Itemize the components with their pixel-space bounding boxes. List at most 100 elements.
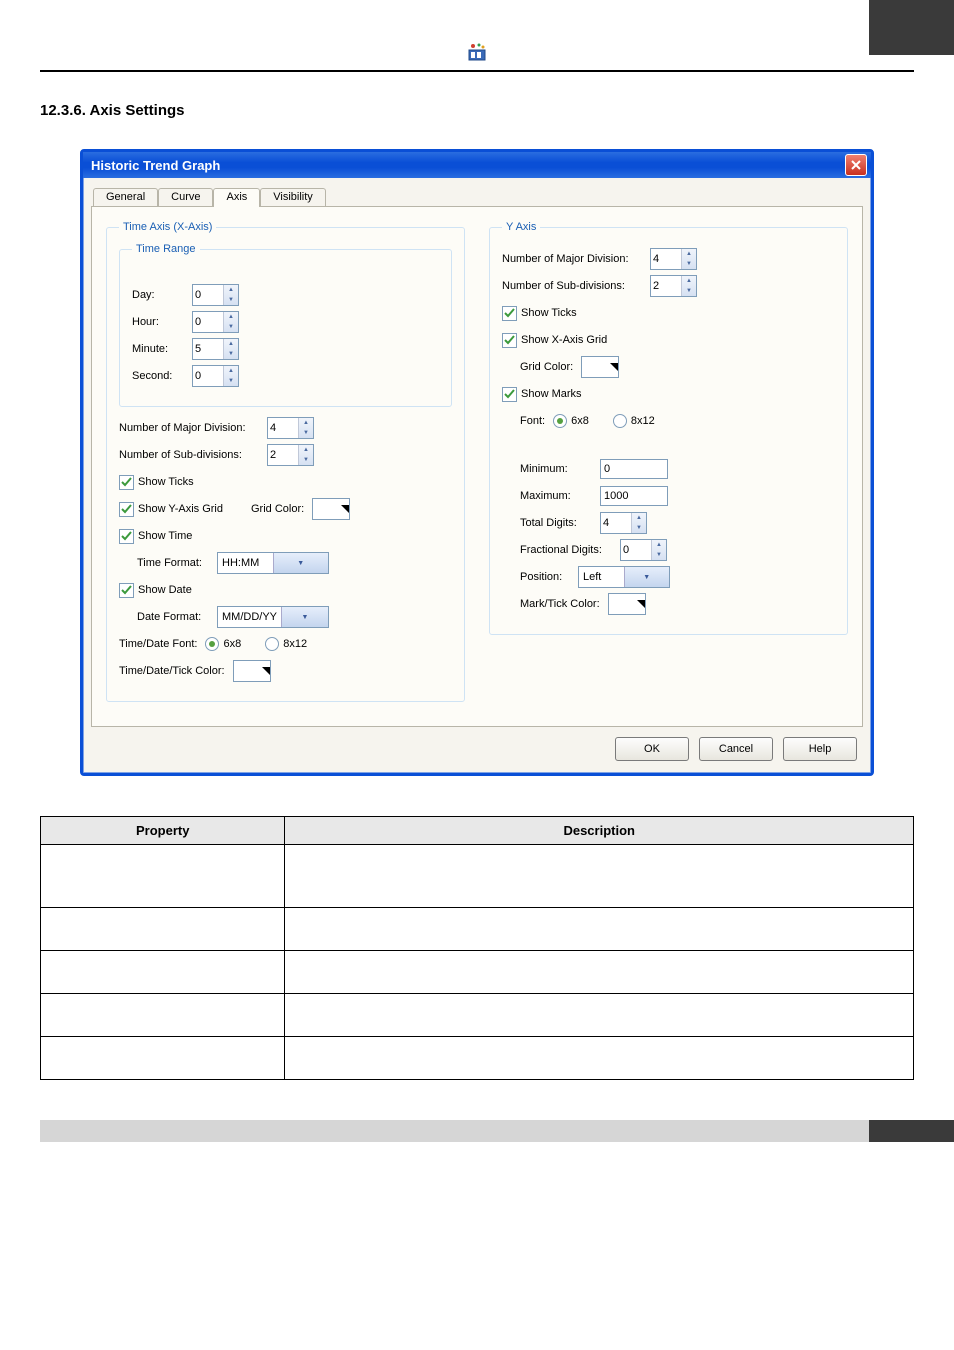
checkbox-show-ticks-y[interactable]: Show Ticks [502,306,577,321]
spinner-up-icon[interactable]: ▲ [224,285,238,295]
fieldset-time-axis: Time Axis (X-Axis) Time Range Day: ▲▼ Ho… [106,221,465,702]
color-picker-timedate-tick[interactable] [233,660,271,682]
label-x-major-div: Number of Major Division: [119,422,259,434]
spinner-down-icon[interactable]: ▼ [224,349,238,359]
spinner-up-icon[interactable]: ▲ [299,445,313,455]
table-row [41,845,914,908]
spinner-down-icon[interactable]: ▼ [299,428,313,438]
label-y-sub-div: Number of Sub-divisions: [502,280,642,292]
spinner-up-icon[interactable]: ▲ [632,513,646,523]
input-y-major-div[interactable] [651,249,681,269]
label-day: Day: [132,289,184,301]
color-picker-grid-x[interactable] [312,498,350,520]
tab-visibility[interactable]: Visibility [260,188,326,206]
input-y-sub-div[interactable] [651,276,681,296]
spinner-second[interactable]: ▲▼ [192,365,239,387]
footer-bar [40,1120,914,1142]
fieldset-y-axis: Y Axis Number of Major Division: ▲▼ Numb… [489,221,848,635]
chevron-down-icon: ▼ [281,607,328,627]
spinner-up-icon[interactable]: ▲ [224,366,238,376]
radio-font-6x8-y[interactable]: 6x8 [553,414,589,428]
spinner-hour[interactable]: ▲▼ [192,311,239,333]
label-timedate-font: Time/Date Font: [119,638,197,650]
checkbox-show-time[interactable]: Show Time [119,529,192,544]
tabstrip: General Curve Axis Visibility [91,184,863,207]
spinner-y-sub-div[interactable]: ▲▼ [650,275,697,297]
legend-y-axis: Y Axis [502,221,540,233]
color-picker-grid-y[interactable] [581,356,619,378]
checkbox-show-xaxis-grid[interactable]: Show X-Axis Grid [502,333,607,348]
spinner-up-icon[interactable]: ▲ [224,339,238,349]
spinner-y-major-div[interactable]: ▲▼ [650,248,697,270]
spinner-total-digits[interactable]: ▲▼ [600,512,647,534]
color-picker-mark-tick[interactable] [608,593,646,615]
input-x-major-div[interactable] [268,418,298,438]
spinner-down-icon[interactable]: ▼ [652,550,666,560]
input-minute[interactable] [193,339,223,359]
radio-font-8x12-y[interactable]: 8x12 [613,414,655,428]
select-date-format[interactable]: MM/DD/YY▼ [217,606,329,628]
label-total-digits: Total Digits: [520,517,592,529]
tab-curve[interactable]: Curve [158,188,213,206]
input-second[interactable] [193,366,223,386]
select-time-format[interactable]: HH:MM▼ [217,552,329,574]
spinner-day[interactable]: ▲▼ [192,284,239,306]
label-date-format: Date Format: [137,611,209,623]
spinner-down-icon[interactable]: ▼ [224,295,238,305]
spinner-up-icon[interactable]: ▲ [652,540,666,550]
spinner-up-icon[interactable]: ▲ [224,312,238,322]
spinner-down-icon[interactable]: ▼ [224,376,238,386]
help-button[interactable]: Help [783,737,857,761]
spinner-minute[interactable]: ▲▼ [192,338,239,360]
checkbox-show-marks[interactable]: Show Marks [502,387,582,402]
spinner-up-icon[interactable]: ▲ [682,276,696,286]
table-row [41,1037,914,1080]
titlebar: Historic Trend Graph [83,152,871,178]
spinner-x-sub-div[interactable]: ▲▼ [267,444,314,466]
chevron-down-icon: ▼ [273,553,329,573]
spinner-fractional-digits[interactable]: ▲▼ [620,539,667,561]
page-corner [869,0,954,55]
th-description: Description [285,817,914,845]
label-x-sub-div: Number of Sub-divisions: [119,449,259,461]
input-minimum[interactable] [600,459,668,479]
th-property: Property [41,817,285,845]
label-maximum: Maximum: [520,490,592,502]
input-maximum[interactable] [600,486,668,506]
radio-font-8x12-x[interactable]: 8x12 [265,637,307,651]
input-total-digits[interactable] [601,513,631,533]
close-button[interactable] [845,154,867,176]
app-icon [467,42,487,65]
label-position: Position: [520,571,570,583]
spinner-up-icon[interactable]: ▲ [299,418,313,428]
select-position[interactable]: Left▼ [578,566,670,588]
spinner-down-icon[interactable]: ▼ [682,286,696,296]
label-timedate-tick-color: Time/Date/Tick Color: [119,665,225,677]
checkbox-show-yaxis-grid[interactable]: Show Y-Axis Grid [119,502,223,517]
label-hour: Hour: [132,316,184,328]
spinner-up-icon[interactable]: ▲ [682,249,696,259]
spinner-down-icon[interactable]: ▼ [682,259,696,269]
spinner-down-icon[interactable]: ▼ [224,322,238,332]
spinner-x-major-div[interactable]: ▲▼ [267,417,314,439]
label-fractional-digits: Fractional Digits: [520,544,612,556]
tab-axis[interactable]: Axis [213,188,260,207]
checkbox-show-date[interactable]: Show Date [119,583,192,598]
section-heading: 12.3.6. Axis Settings [40,102,914,119]
ok-button[interactable]: OK [615,737,689,761]
label-grid-color-x: Grid Color: [251,503,304,515]
input-day[interactable] [193,285,223,305]
input-hour[interactable] [193,312,223,332]
radio-font-6x8-x[interactable]: 6x8 [205,637,241,651]
cancel-button[interactable]: Cancel [699,737,773,761]
label-second: Second: [132,370,184,382]
tab-general[interactable]: General [93,188,158,206]
spinner-down-icon[interactable]: ▼ [632,523,646,533]
input-fractional-digits[interactable] [621,540,651,560]
label-grid-color-y: Grid Color: [520,361,573,373]
label-minimum: Minimum: [520,463,592,475]
spinner-down-icon[interactable]: ▼ [299,455,313,465]
input-x-sub-div[interactable] [268,445,298,465]
checkbox-show-ticks-x[interactable]: Show Ticks [119,475,194,490]
property-table: Property Description [40,816,914,1080]
